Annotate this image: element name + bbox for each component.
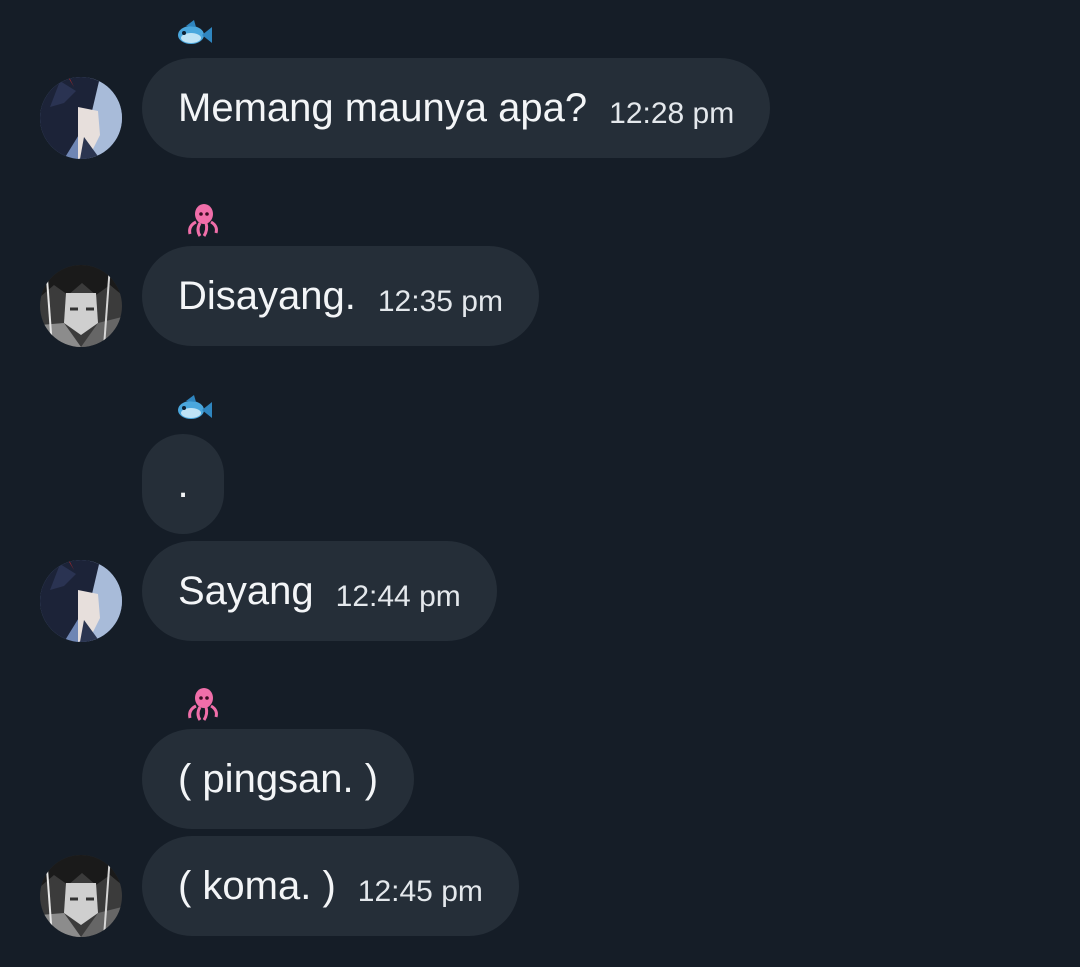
squid-icon <box>182 202 222 237</box>
fish-icon <box>174 391 214 425</box>
message-text: Disayang. <box>178 274 356 318</box>
chat-thread: Memang maunya apa? 12:28 pm Disayang. 12… <box>0 0 1080 967</box>
message-time: 12:28 pm <box>609 97 735 130</box>
message-time: 12:35 pm <box>377 285 503 318</box>
grey-haired-boy-avatar[interactable] <box>40 855 122 937</box>
message-text: ( koma. ) <box>178 864 336 908</box>
dark-haired-boy-avatar[interactable] <box>40 77 122 159</box>
grey-haired-boy-avatar[interactable] <box>40 265 122 347</box>
message-time: 12:45 pm <box>357 875 483 908</box>
message-bubble[interactable]: Disayang. 12:35 pm <box>142 246 539 346</box>
message-text: ( pingsan. ) <box>178 757 379 801</box>
fish-icon <box>174 16 214 50</box>
message-time: 12:44 pm <box>335 580 461 613</box>
dark-haired-boy-avatar[interactable] <box>40 560 122 642</box>
message-bubble[interactable]: Memang maunya apa? 12:28 pm <box>142 58 771 158</box>
squid-icon <box>182 686 222 721</box>
message-bubble[interactable]: Sayang 12:44 pm <box>142 541 497 641</box>
message-bubble[interactable]: ( pingsan. ) <box>142 729 415 829</box>
message-text: . <box>177 462 189 506</box>
message-bubble[interactable]: . <box>142 434 224 534</box>
message-text: Sayang <box>178 569 314 613</box>
message-bubble[interactable]: ( koma. ) 12:45 pm <box>142 836 519 936</box>
message-text: Memang maunya apa? <box>178 86 588 130</box>
